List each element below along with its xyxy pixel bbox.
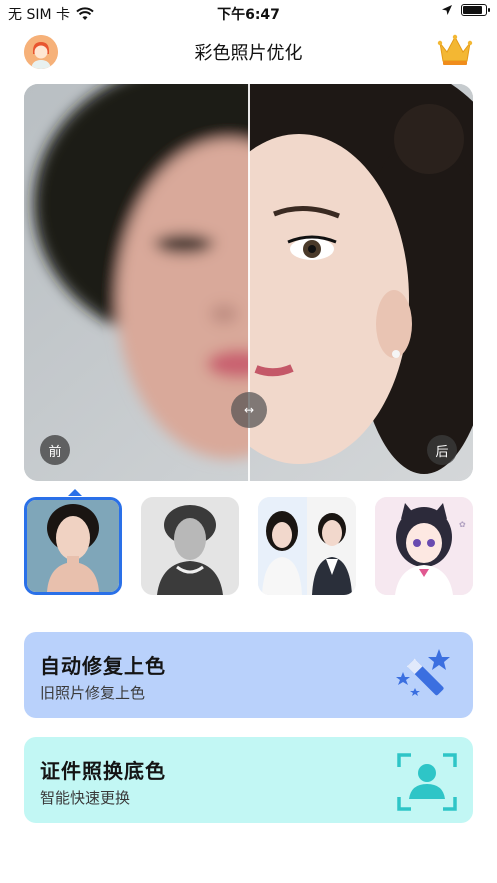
- thumbnail-portrait-woman[interactable]: [24, 497, 122, 595]
- crown-icon[interactable]: [437, 32, 473, 68]
- battery-level: [463, 6, 482, 14]
- status-time: 下午6:47: [217, 7, 280, 23]
- status-right: [441, 4, 490, 16]
- compare-slider-handle[interactable]: ↔: [231, 392, 267, 428]
- selected-pointer-icon: [68, 489, 82, 496]
- thumbnail-id-photo-pair[interactable]: [258, 497, 356, 595]
- card-subtitle: 旧照片修复上色: [40, 684, 146, 702]
- sample-thumbnails: ✿: [24, 489, 473, 595]
- page-title: 彩色照片优化: [194, 43, 303, 64]
- location-arrow-icon: [442, 5, 452, 15]
- card-auto-restore-colorize[interactable]: 自动修复上色 旧照片修复上色: [24, 632, 473, 718]
- magic-wand-icon: [395, 646, 459, 708]
- thumbnail-anime-girl[interactable]: ✿: [375, 497, 473, 595]
- before-after-compare[interactable]: ↔ 前 后: [24, 84, 473, 481]
- before-label: 前: [40, 435, 70, 465]
- person-scan-icon: [395, 751, 459, 813]
- status-bar: 无 SIM 卡 下午6:47: [0, 0, 497, 26]
- svg-text:✿: ✿: [459, 520, 466, 529]
- card-title: 证件照换底色: [40, 759, 166, 783]
- card-title: 自动修复上色: [40, 654, 166, 678]
- header: 彩色照片优化: [0, 26, 497, 76]
- after-label: 后: [427, 435, 457, 465]
- card-id-photo-background[interactable]: 证件照换底色 智能快速更换: [24, 737, 473, 823]
- battery-icon: [461, 4, 490, 16]
- card-subtitle: 智能快速更换: [40, 789, 131, 807]
- thumbnail-vintage-portrait[interactable]: [141, 497, 239, 595]
